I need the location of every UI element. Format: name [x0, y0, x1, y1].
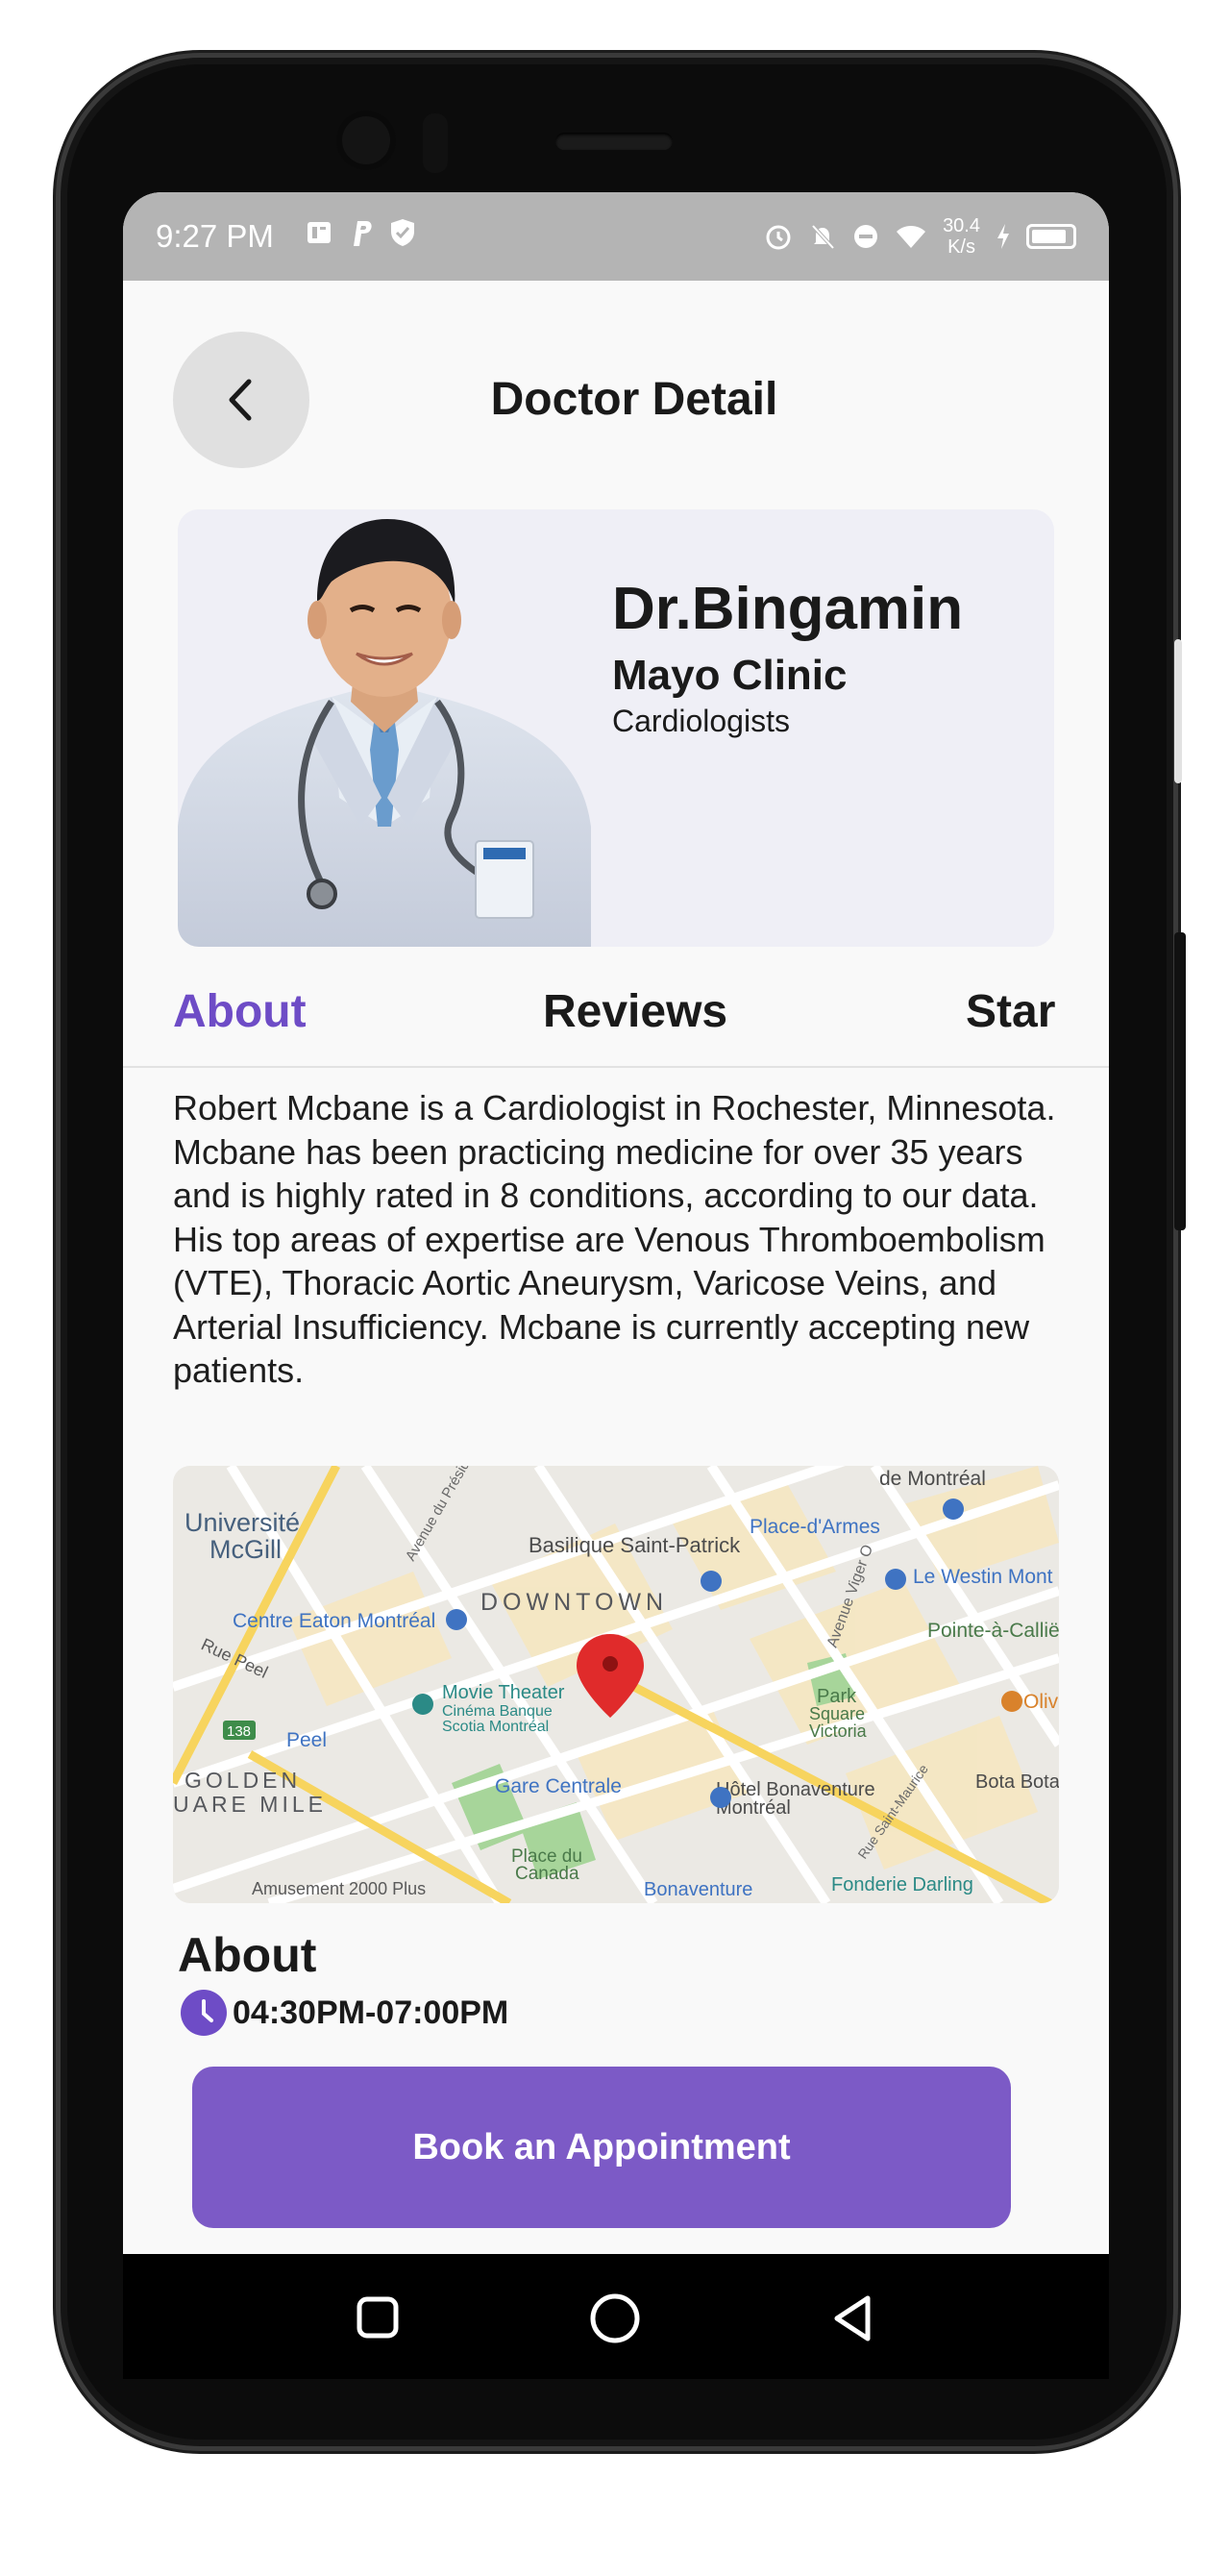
home-icon[interactable]: [589, 2292, 641, 2344]
map-label-gare: Gare Centrale: [495, 1775, 622, 1797]
do-not-disturb-icon: [854, 225, 878, 248]
map-label-route: 138: [227, 1723, 251, 1740]
front-camera: [336, 111, 396, 170]
wifi-icon: [897, 226, 926, 248]
side-button: [1174, 639, 1182, 783]
shield-check-icon: [391, 219, 414, 246]
tab-about[interactable]: About: [173, 985, 307, 1038]
network-speed: 30.4 K/s: [943, 215, 980, 258]
map-label-de-montreal: de Montréal: [879, 1468, 986, 1490]
map-label-park2: Square: [809, 1704, 865, 1723]
map-label-mcgill: McGill: [209, 1535, 282, 1564]
page-title: Doctor Detail: [490, 374, 778, 425]
map-label-golden: GOLDEN: [184, 1768, 301, 1793]
map-label-park3: Victoria: [809, 1721, 868, 1741]
battery-icon: [1026, 224, 1076, 249]
schedule-title: About: [178, 1928, 317, 1982]
proximity-sensor: [423, 113, 448, 173]
system-nav-bar: [123, 2254, 1109, 2379]
map-label-place2: Canada: [515, 1864, 579, 1884]
map-label-peel: Peel: [286, 1729, 327, 1751]
map-label-universite: Université: [184, 1508, 300, 1537]
map-label-place-darmes: Place-d'Armes: [750, 1516, 880, 1538]
map-label-bota: Bota Bota: [975, 1771, 1059, 1793]
map-label-movie3: Scotia Montréal: [442, 1719, 549, 1735]
map-label-fonderie: Fonderie Darling: [831, 1874, 973, 1895]
map-label-eaton: Centre Eaton Montréal: [233, 1610, 435, 1632]
doctor-clinic: Mayo Clinic: [612, 652, 848, 699]
system-icons: 30.4 K/s: [764, 215, 1076, 258]
tab-reviews[interactable]: Reviews: [543, 985, 727, 1038]
news-icon: [308, 222, 331, 243]
status-time: 9:27 PM: [156, 218, 274, 254]
app-screen: 9:27 PM 30.4 K/s Doctor Detail Dr.Bingam…: [123, 192, 1109, 2254]
map-label-movie2: Cinéma Banque: [442, 1703, 553, 1720]
map-label-bonaventure: Bonaventure: [644, 1879, 752, 1900]
map-canvas: Université McGill Basilique Saint-Patric…: [173, 1466, 1059, 1903]
book-appointment-button[interactable]: Book an Appointment: [192, 2067, 1011, 2228]
map-label-square-mile: UARE MILE: [173, 1792, 327, 1817]
paypal-icon: [354, 221, 372, 246]
hours-row: 04:30PM-07:00PM: [181, 1990, 508, 2036]
earpiece-speaker: [555, 133, 673, 150]
map-label-downtown: DOWNTOWN: [480, 1589, 668, 1616]
map-label-westin: Le Westin Mont: [913, 1566, 1053, 1588]
network-speed-unit: K/s: [947, 236, 975, 258]
location-map[interactable]: Université McGill Basilique Saint-Patric…: [173, 1466, 1059, 1903]
map-label-basilique: Basilique Saint-Patrick: [529, 1533, 741, 1557]
doctor-name: Dr.Bingamin: [612, 576, 964, 642]
hours-text: 04:30PM-07:00PM: [233, 1994, 509, 2031]
status-bar: 9:27 PM 30.4 K/s: [123, 192, 1109, 281]
network-speed-value: 30.4: [943, 215, 980, 236]
doctor-profile-card: Dr.Bingamin Mayo Clinic Cardiologists: [178, 509, 1054, 947]
map-label-movie1: Movie Theater: [442, 1682, 565, 1703]
charging-icon: [997, 224, 1009, 249]
tab-divider: [123, 1066, 1109, 1068]
alarm-icon: [766, 225, 791, 250]
doctor-photo: [178, 509, 591, 947]
map-label-amusement: Amusement 2000 Plus: [252, 1879, 426, 1898]
about-description: Robert Mcbane is a Cardiologist in Roche…: [173, 1088, 1056, 1390]
recent-apps-icon[interactable]: [356, 2295, 400, 2340]
tab-star[interactable]: Star: [966, 985, 1055, 1038]
map-label-pointe: Pointe-à-Callië: [927, 1620, 1059, 1642]
map-label-olive: Oliv: [1023, 1691, 1059, 1713]
doctor-specialty: Cardiologists: [612, 704, 790, 738]
clock-icon: [181, 1990, 227, 2036]
notification-icons: [304, 217, 417, 248]
power-button: [1174, 932, 1186, 1230]
back-nav-icon[interactable]: [829, 2292, 875, 2344]
page-title-wrapper: Doctor Detail: [123, 373, 1109, 426]
mute-icon: [811, 224, 835, 250]
